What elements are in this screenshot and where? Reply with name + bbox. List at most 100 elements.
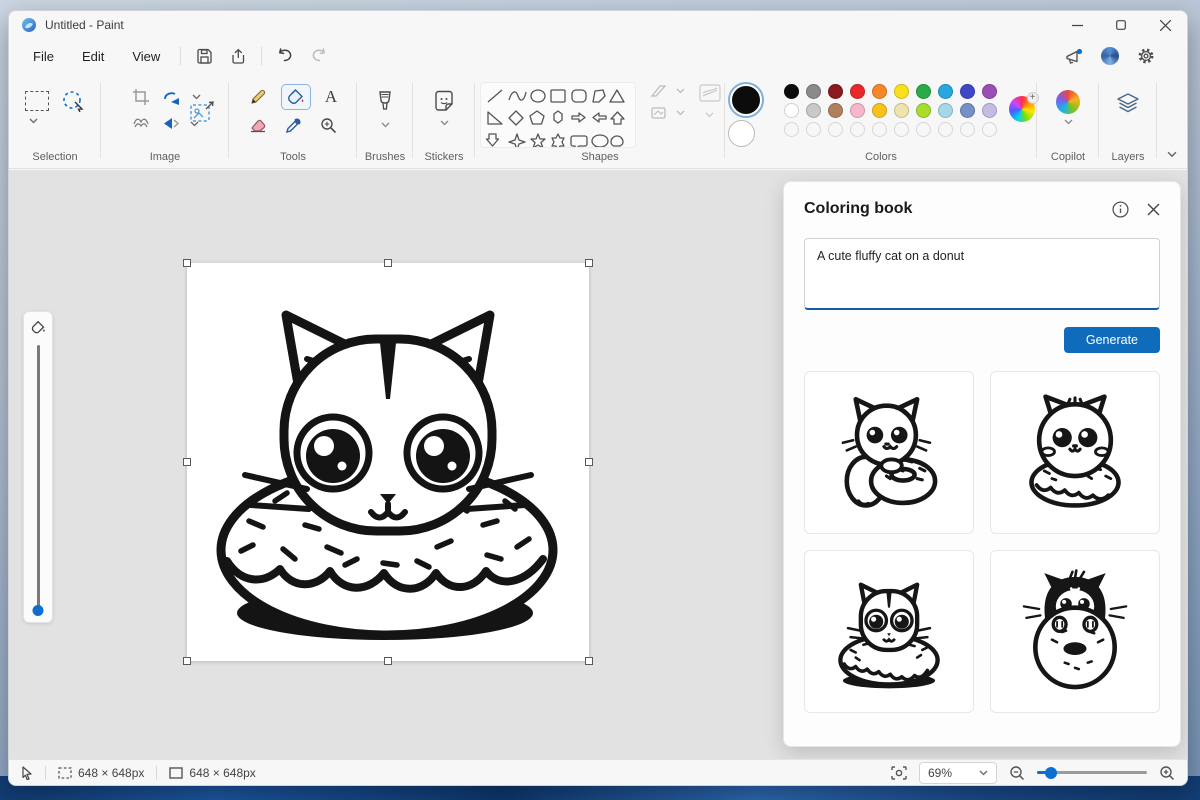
share-button[interactable] [221, 43, 255, 69]
pencil-tool[interactable] [247, 86, 269, 108]
palette-empty-slot[interactable] [827, 122, 843, 137]
palette-color[interactable] [871, 103, 887, 118]
size-chevron[interactable] [705, 112, 714, 118]
palette-empty-slot[interactable] [849, 122, 865, 137]
account-avatar[interactable] [1101, 47, 1119, 65]
palette-color[interactable] [827, 84, 843, 99]
shapes-gallery[interactable] [479, 82, 636, 148]
palette-empty-slot[interactable] [959, 122, 975, 137]
palette-color[interactable] [849, 103, 865, 118]
palette-color[interactable] [893, 103, 909, 118]
zoom-level-dropdown[interactable]: 69% [919, 761, 997, 784]
selection-handle-e[interactable] [585, 458, 593, 466]
palette-color[interactable] [805, 84, 821, 99]
color2-swatch[interactable] [727, 120, 755, 147]
palette-color[interactable] [805, 103, 821, 118]
eyedropper-tool[interactable] [283, 115, 304, 136]
copilot-chevron[interactable] [1064, 119, 1073, 125]
stroke-size-icon[interactable] [698, 84, 721, 102]
color1-swatch-selected[interactable] [727, 82, 764, 118]
palette-color[interactable] [937, 103, 953, 118]
resize-tool[interactable] [187, 99, 217, 127]
thumbnail-2[interactable] [990, 371, 1160, 534]
palette-empty-slot[interactable] [805, 122, 821, 137]
selection-handle-w[interactable] [183, 458, 191, 466]
fit-to-screen-icon[interactable] [891, 765, 907, 780]
palette-color[interactable] [871, 84, 887, 99]
thumbnail-4[interactable] [990, 550, 1160, 713]
palette-empty-slot[interactable] [981, 122, 997, 137]
magnifier-tool[interactable] [318, 115, 339, 136]
palette-empty-slot[interactable] [915, 122, 931, 137]
rotate-tool[interactable] [160, 87, 184, 107]
brushes-tool[interactable] [374, 88, 396, 118]
palette-color[interactable] [981, 84, 997, 99]
zoom-slider-thumb[interactable] [1045, 766, 1057, 779]
menu-edit[interactable]: Edit [68, 43, 118, 70]
thumbnail-3[interactable] [804, 550, 974, 713]
layers-tool[interactable] [1113, 90, 1143, 118]
stickers-chevron[interactable] [440, 120, 449, 126]
palette-color[interactable] [959, 103, 975, 118]
redo-button[interactable] [302, 43, 336, 69]
palette-empty-slot[interactable] [783, 122, 799, 137]
fill-tool-selected[interactable] [280, 84, 311, 110]
menu-file[interactable]: File [19, 43, 68, 70]
zoom-slider[interactable] [1037, 766, 1147, 779]
selection-handle-s[interactable] [384, 657, 392, 665]
crop-tool[interactable] [130, 86, 152, 108]
palette-color[interactable] [937, 84, 953, 99]
thumbnail-1[interactable] [804, 371, 974, 534]
palette-empty-slot[interactable] [871, 122, 887, 137]
tolerance-slider[interactable] [32, 345, 44, 616]
palette-color[interactable] [849, 84, 865, 99]
canvas-workarea[interactable]: Coloring book A cute fluffy cat on a don… [9, 170, 1187, 759]
rect-select-tool[interactable] [23, 89, 51, 113]
palette-color[interactable] [915, 103, 931, 118]
info-icon[interactable] [1112, 200, 1129, 218]
palette-empty-slot[interactable] [937, 122, 953, 137]
palette-color[interactable] [893, 84, 909, 99]
brushes-chevron[interactable] [381, 122, 390, 128]
text-tool[interactable]: A [323, 85, 339, 109]
palette-color[interactable] [827, 103, 843, 118]
prompt-input[interactable]: A cute fluffy cat on a donut [804, 238, 1160, 310]
color-picker-wheel[interactable]: + [1008, 92, 1039, 122]
menu-view[interactable]: View [118, 43, 174, 70]
palette-color[interactable] [959, 84, 975, 99]
copilot-icon[interactable] [1056, 90, 1080, 114]
palette-color[interactable] [783, 103, 799, 118]
close-button[interactable] [1143, 11, 1187, 39]
zoom-out-icon[interactable] [1009, 765, 1025, 781]
eraser-tool[interactable] [247, 116, 269, 135]
feedback-icon[interactable] [1057, 43, 1091, 69]
palette-color[interactable] [915, 84, 931, 99]
paint-canvas[interactable] [183, 259, 593, 665]
selection-handle-n[interactable] [384, 259, 392, 267]
save-button[interactable] [187, 43, 221, 69]
panel-close-icon[interactable] [1147, 203, 1160, 216]
zoom-in-icon[interactable] [1159, 765, 1175, 781]
palette-color[interactable] [981, 103, 997, 118]
settings-gear-icon[interactable] [1129, 43, 1163, 69]
ribbon-collapse-chevron[interactable] [1167, 151, 1177, 158]
free-select-tool[interactable] [59, 88, 87, 114]
selection-handle-se[interactable] [585, 657, 593, 665]
palette-color[interactable] [783, 84, 799, 99]
shape-fill-option[interactable] [650, 106, 685, 120]
minimize-button[interactable] [1055, 11, 1099, 39]
hatch-pattern-tool[interactable] [131, 114, 152, 133]
generate-button[interactable]: Generate [1063, 327, 1160, 353]
selection-handle-ne[interactable] [585, 259, 593, 267]
selection-handle-nw[interactable] [183, 259, 191, 267]
stickers-tool[interactable] [430, 88, 458, 116]
selection-dropdown-chevron[interactable] [29, 118, 38, 124]
generated-results-grid [804, 371, 1160, 713]
palette-empty-slot[interactable] [893, 122, 909, 137]
tolerance-slider-thumb[interactable] [32, 605, 44, 616]
shape-outline-option[interactable] [650, 84, 685, 98]
undo-button[interactable] [268, 43, 302, 69]
flip-tool[interactable] [160, 114, 182, 133]
maximize-button[interactable] [1099, 11, 1143, 39]
selection-handle-sw[interactable] [183, 657, 191, 665]
